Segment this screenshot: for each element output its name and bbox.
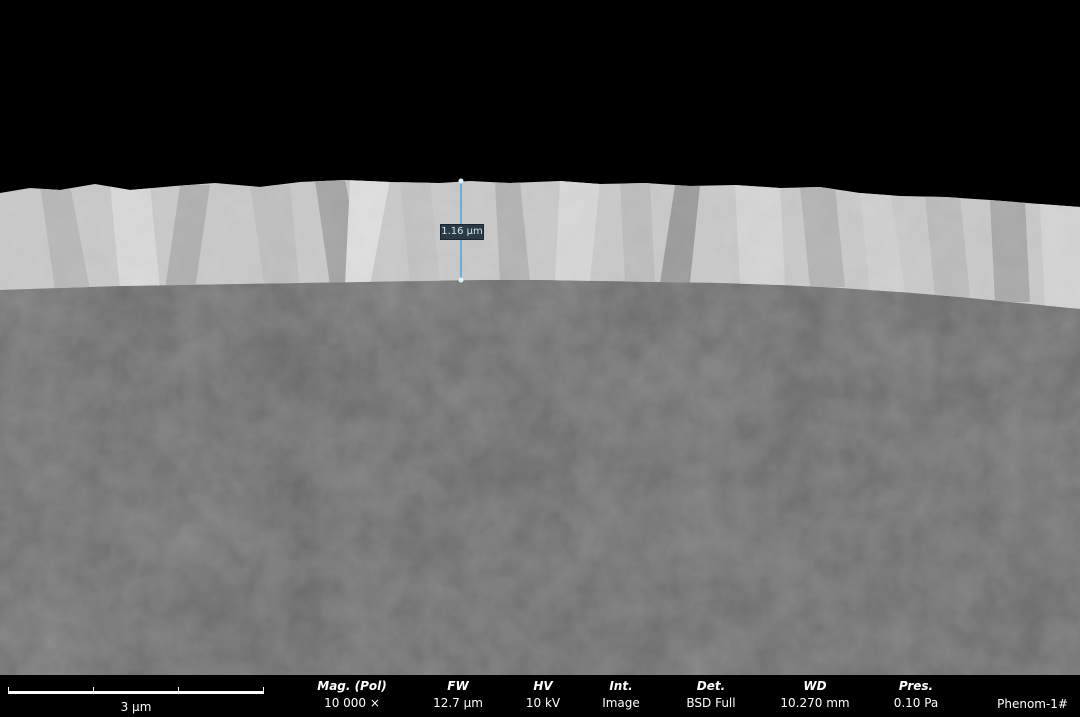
field-title: WD — [803, 679, 827, 693]
field-value: 0.10 Pa — [893, 696, 939, 710]
scale-tick — [8, 687, 9, 693]
scale-bar-label: 3 µm — [120, 700, 152, 714]
scale-tick — [178, 687, 179, 693]
measurement-label: 1.16 µm — [440, 224, 484, 240]
field-wd: WD 10.270 mm — [765, 679, 865, 712]
scale-bar-line — [8, 691, 264, 694]
field-title: Mag. (Pol) — [317, 679, 387, 693]
scale-tick — [93, 687, 94, 693]
instrument-brand: Phenom-1# — [997, 697, 1068, 711]
scale-bar: 3 µm — [8, 687, 264, 717]
field-magnification: Mag. (Pol) 10 000 × — [302, 679, 402, 712]
field-value: Image — [602, 696, 640, 710]
field-title: Pres. — [898, 679, 934, 693]
sem-micrograph — [0, 0, 1080, 675]
field-title: Det. — [696, 679, 726, 693]
field-title: Int. — [609, 679, 633, 693]
field-value: 10.270 mm — [780, 696, 850, 710]
field-value: 10 000 × — [324, 696, 380, 710]
scale-tick — [263, 687, 264, 693]
info-bar: 3 µm Mag. (Pol) 10 000 × FW 12.7 µm HV 1… — [0, 675, 1080, 717]
field-det: Det. BSD Full — [661, 679, 761, 712]
field-pres: Pres. 0.10 Pa — [866, 679, 966, 712]
field-int: Int. Image — [571, 679, 671, 712]
field-value: BSD Full — [686, 696, 736, 710]
